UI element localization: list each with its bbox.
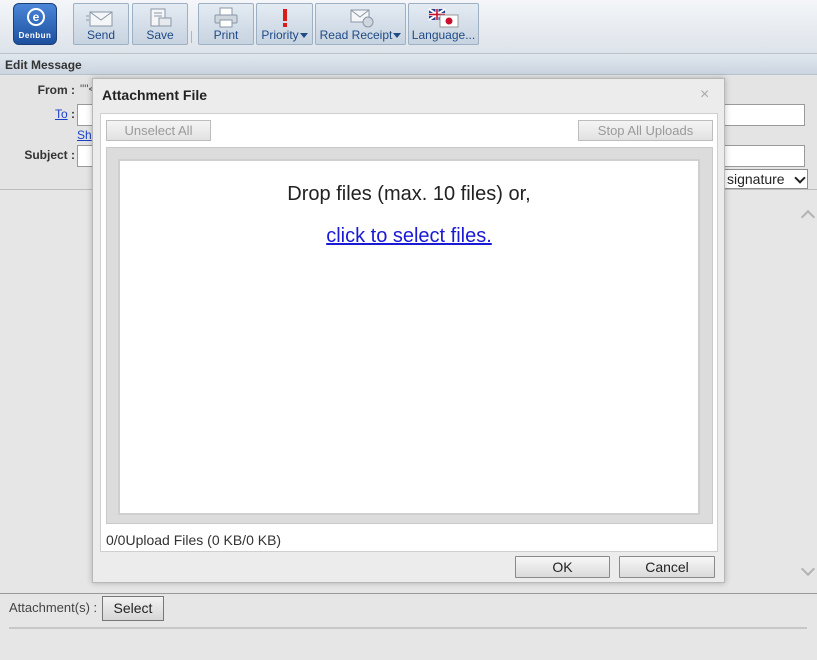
edit-message-bar: Edit Message (0, 55, 817, 75)
read-receipt-label: Read Receipt (319, 28, 393, 42)
stop-all-uploads-button[interactable]: Stop All Uploads (578, 120, 713, 141)
dialog-content: Unselect All Stop All Uploads Drop files… (100, 113, 718, 552)
ok-button[interactable]: OK (515, 556, 610, 578)
exclamation-icon (282, 9, 287, 27)
upload-status: 0/0Upload Files (0 KB/0 KB) (106, 532, 282, 548)
language-flags-icon (427, 8, 458, 28)
to-link[interactable]: To (55, 107, 68, 121)
priority-label: Priority (261, 28, 299, 42)
cancel-button[interactable]: Cancel (619, 556, 715, 578)
send-label: Send (86, 28, 116, 42)
edit-message-title: Edit Message (5, 58, 82, 72)
drop-zone-frame: Drop files (max. 10 files) or, click to … (106, 147, 713, 524)
save-icon (150, 8, 172, 27)
save-button[interactable]: Save (132, 3, 188, 45)
priority-caret-icon (299, 33, 308, 39)
read-receipt-icon (350, 9, 373, 28)
attachment-file-dialog: Attachment File × Unselect All Stop All … (92, 78, 725, 583)
toolbar: e Denbun Send Save Print Priority Read R… (0, 0, 817, 54)
unselect-all-button[interactable]: Unselect All (106, 120, 211, 141)
save-label: Save (146, 28, 174, 42)
printer-icon (214, 7, 238, 28)
toolbar-separator (191, 31, 192, 43)
print-label: Print (213, 28, 239, 42)
close-icon[interactable]: × (700, 87, 709, 103)
print-button[interactable]: Print (198, 3, 254, 45)
from-label: From : (37, 83, 75, 97)
send-icon (86, 11, 113, 27)
chevron-down-icon (794, 172, 806, 184)
drop-instructions: Drop files (max. 10 files) or, (287, 183, 531, 205)
read-receipt-button[interactable]: Read Receipt (315, 3, 406, 45)
select-files-link[interactable]: click to select files. (120, 225, 698, 248)
logo-e-icon: e (27, 8, 45, 26)
attachments-label: Attachment(s) : (9, 600, 98, 615)
file-drop-zone[interactable]: Drop files (max. 10 files) or, click to … (118, 159, 700, 515)
subject-label: Subject : (24, 148, 75, 162)
show-cc-link[interactable]: Sh (77, 128, 92, 142)
send-button[interactable]: Send (73, 3, 129, 45)
language-label: Language... (411, 28, 476, 42)
logo-text: Denbun (18, 31, 52, 40)
dialog-title: Attachment File (102, 87, 208, 103)
priority-button[interactable]: Priority (256, 3, 313, 45)
signature-select[interactable]: signature (720, 169, 808, 189)
attachment-divider (9, 627, 807, 629)
to-colon: : (71, 107, 75, 121)
signature-select-value: signature (727, 171, 785, 187)
language-button[interactable]: Language... (408, 3, 479, 45)
denbun-logo[interactable]: e Denbun (13, 3, 57, 45)
read-receipt-caret-icon (393, 33, 402, 39)
select-attachment-button[interactable]: Select (102, 596, 164, 621)
